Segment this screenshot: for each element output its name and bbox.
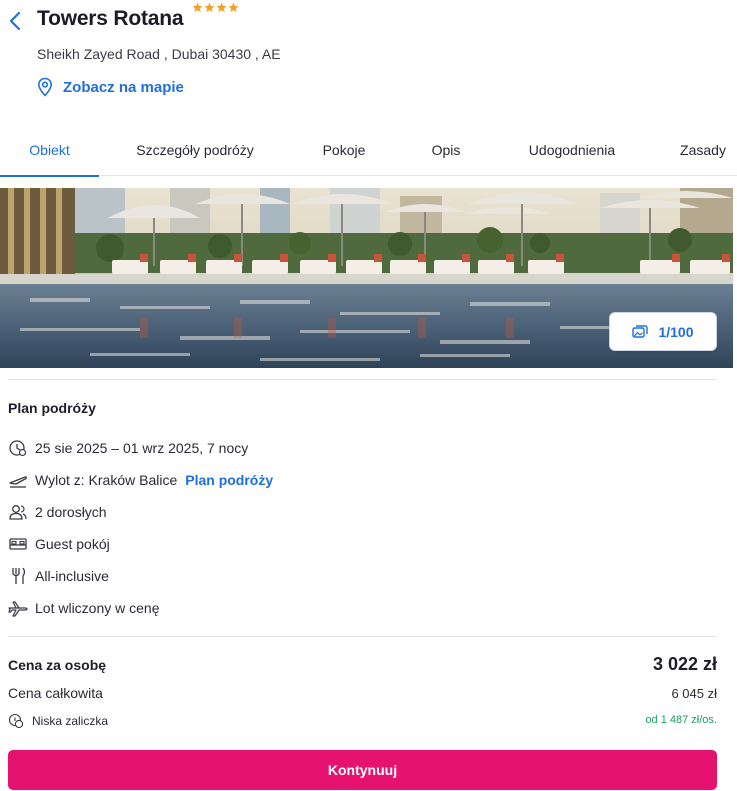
trip-plan-link[interactable]: Plan podróży xyxy=(185,472,273,488)
trip-dates-row: 25 sie 2025 – 01 wrz 2025, 7 nocy xyxy=(8,437,248,459)
star-icon xyxy=(192,2,203,13)
tab-trip-details[interactable]: Szczegóły podróży xyxy=(118,128,272,176)
see-on-map-link[interactable]: Zobacz na mapie xyxy=(37,76,184,98)
fork-knife-icon xyxy=(8,566,28,586)
images-icon xyxy=(632,324,649,338)
continue-button[interactable]: Kontynuuj xyxy=(8,750,717,790)
room-type: Guest pokój xyxy=(35,536,110,552)
bed-icon xyxy=(8,534,28,554)
map-pin-icon xyxy=(37,77,53,97)
trip-plan-title: Plan podróży xyxy=(8,400,96,416)
departure-airport: Wylot z: Kraków Balice xyxy=(35,472,178,488)
tab-description[interactable]: Opis xyxy=(416,128,476,176)
star-icon xyxy=(204,2,215,13)
flight-row: Lot wliczony w cenę xyxy=(8,597,160,619)
flight-included: Lot wliczony w cenę xyxy=(35,600,160,616)
gallery-counter: 1/100 xyxy=(658,323,694,340)
trip-dates: 25 sie 2025 – 01 wrz 2025, 7 nocy xyxy=(35,440,249,456)
see-on-map-label: Zobacz na mapie xyxy=(63,78,184,96)
calendar-clock-icon xyxy=(8,438,28,458)
tab-amenities[interactable]: Udogodnienia xyxy=(512,128,632,176)
star-rating xyxy=(192,2,239,13)
chevron-left-icon xyxy=(9,11,21,31)
hotel-title: Towers Rotana xyxy=(37,7,184,30)
room-row: Guest pokój xyxy=(8,533,110,555)
star-icon xyxy=(216,2,227,13)
star-icon xyxy=(228,2,239,13)
hotel-header: Towers Rotana Sheikh Zayed Road , Dubai … xyxy=(0,0,737,118)
total-price-value: 6 045 zł xyxy=(671,686,717,701)
back-button[interactable] xyxy=(6,9,24,33)
coin-icon xyxy=(8,713,24,729)
board-type: All-inclusive xyxy=(35,568,109,584)
travelers-row: 2 dorosłych xyxy=(8,501,107,523)
plane-departure-icon xyxy=(8,470,28,490)
travelers-count: 2 dorosłych xyxy=(35,504,107,520)
gallery-button[interactable]: 1/100 xyxy=(609,312,717,351)
tab-obiekt[interactable]: Obiekt xyxy=(0,128,99,177)
low-deposit-value: od 1 487 zł/os. xyxy=(645,714,717,726)
hotel-address: Sheikh Zayed Road , Dubai 30430 , AE xyxy=(37,46,281,62)
tab-rules[interactable]: Zasady xyxy=(670,128,736,176)
departure-row: Wylot z: Kraków Balice Plan podróży xyxy=(8,469,273,491)
plane-icon xyxy=(8,598,28,618)
section-tabs: Obiekt Szczegóły podróży Pokoje Opis Udo… xyxy=(0,128,737,177)
users-icon xyxy=(8,502,28,522)
low-deposit-row: Niska zaliczka xyxy=(8,712,108,730)
board-row: All-inclusive xyxy=(8,565,109,587)
price-per-person-value: 3 022 zł xyxy=(652,654,717,674)
tab-rooms[interactable]: Pokoje xyxy=(308,128,380,176)
total-price-label: Cena całkowita xyxy=(8,685,103,701)
divider xyxy=(8,636,717,637)
divider xyxy=(8,379,717,380)
low-deposit-label: Niska zaliczka xyxy=(32,714,109,728)
price-per-person-label: Cena za osobę xyxy=(8,657,107,673)
